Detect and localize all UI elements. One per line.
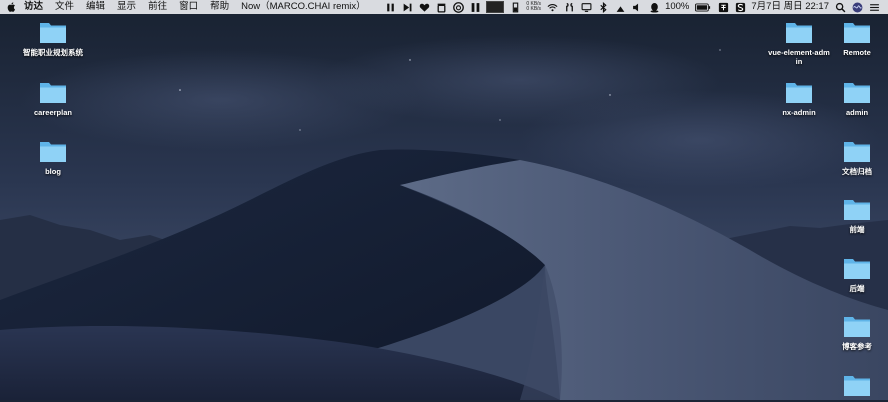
- airpods-icon[interactable]: [563, 1, 575, 13]
- menu-window[interactable]: 窗口: [173, 0, 204, 14]
- menu-app-name[interactable]: 访达: [18, 0, 49, 14]
- battery-percent[interactable]: 100%: [665, 0, 689, 14]
- qq-icon[interactable]: [648, 1, 660, 13]
- desktop-folder-label: 文档归档: [842, 167, 872, 176]
- desktop-folder[interactable]: blog: [22, 139, 84, 176]
- folder-icon: [39, 139, 67, 163]
- folder-icon: [843, 256, 871, 280]
- folder-icon: [39, 20, 67, 44]
- desktop-folder[interactable]: 博客参考: [826, 314, 888, 351]
- activity-graph-icon[interactable]: [486, 1, 505, 13]
- sogou-input-icon[interactable]: [734, 1, 746, 13]
- heart-icon[interactable]: [418, 1, 430, 13]
- pause-icon[interactable]: [384, 1, 396, 13]
- desktop-folder-label: vue-element-admin: [768, 48, 830, 66]
- folder-icon: [785, 80, 813, 104]
- desktop-folder[interactable]: admin: [826, 80, 888, 117]
- volume-icon[interactable]: [631, 1, 643, 13]
- netease-music-icon[interactable]: [452, 1, 464, 13]
- folder-icon: [843, 80, 871, 104]
- folder-icon: [843, 139, 871, 163]
- desktop-folder[interactable]: 前端: [826, 197, 888, 234]
- input-source-icon[interactable]: [717, 1, 729, 13]
- menu-help[interactable]: 帮助: [204, 0, 235, 14]
- desktop-folder[interactable]: vue-element-admin: [768, 20, 830, 66]
- folder-icon: [785, 20, 813, 44]
- desktop-folder[interactable]: [826, 373, 888, 401]
- siri-icon[interactable]: [851, 1, 863, 13]
- battery-icon[interactable]: [694, 1, 712, 13]
- desktop-folder[interactable]: 智能职业规划系统: [22, 20, 84, 57]
- menu-extra-icon[interactable]: [469, 1, 481, 13]
- desktop-folder-label: 前端: [849, 225, 865, 234]
- airplay-icon[interactable]: [614, 1, 626, 13]
- folder-icon: [843, 373, 871, 397]
- net-download: 0 KB/s: [526, 6, 542, 12]
- trash-icon[interactable]: [435, 1, 447, 13]
- menu-bar: 访达 文件 编辑 显示 前往 窗口 帮助 Now（MARCO.CHAI remi…: [0, 0, 888, 14]
- folder-icon: [843, 20, 871, 44]
- menu-edit[interactable]: 编辑: [80, 0, 111, 14]
- menu-go[interactable]: 前往: [142, 0, 173, 14]
- spotlight-search-icon[interactable]: [834, 1, 846, 13]
- desktop-folder-label: 后端: [849, 284, 865, 293]
- menu-file[interactable]: 文件: [49, 0, 80, 14]
- cpu-meter-icon[interactable]: [509, 1, 521, 13]
- network-speed[interactable]: 0 KB/s 0 KB/s: [526, 1, 542, 13]
- desktop-folder[interactable]: 文档归档: [826, 139, 888, 176]
- desktop-folder[interactable]: 后端: [826, 256, 888, 293]
- folder-icon: [39, 80, 67, 104]
- now-playing-title[interactable]: Now（MARCO.CHAI remix）: [241, 0, 366, 14]
- apple-menu-icon[interactable]: [6, 0, 18, 14]
- desktop-wallpaper: [0, 0, 888, 400]
- desktop-folder-label: nx-admin: [782, 108, 816, 117]
- menu-view[interactable]: 显示: [111, 0, 142, 14]
- tv-icon[interactable]: [580, 1, 592, 13]
- menu-clock[interactable]: 7月7日 周日 22:17: [751, 0, 829, 14]
- desktop-folder-label: careerplan: [34, 108, 72, 117]
- wifi-icon[interactable]: [546, 1, 558, 13]
- folder-icon: [843, 197, 871, 221]
- desktop-folder-label: 智能职业规划系统: [23, 48, 83, 57]
- desktop-folder-label: blog: [45, 167, 61, 176]
- desktop-folder-label: Remote: [843, 48, 871, 57]
- desktop-folder[interactable]: nx-admin: [768, 80, 830, 117]
- desktop-folder[interactable]: Remote: [826, 20, 888, 57]
- desktop-folder-label: admin: [845, 108, 869, 117]
- desktop-folder[interactable]: careerplan: [22, 80, 84, 117]
- next-track-icon[interactable]: [401, 1, 413, 13]
- folder-icon: [843, 314, 871, 338]
- desktop-folder-label: 博客参考: [842, 342, 872, 351]
- bluetooth-icon[interactable]: [597, 1, 609, 13]
- notification-center-icon[interactable]: [868, 1, 880, 13]
